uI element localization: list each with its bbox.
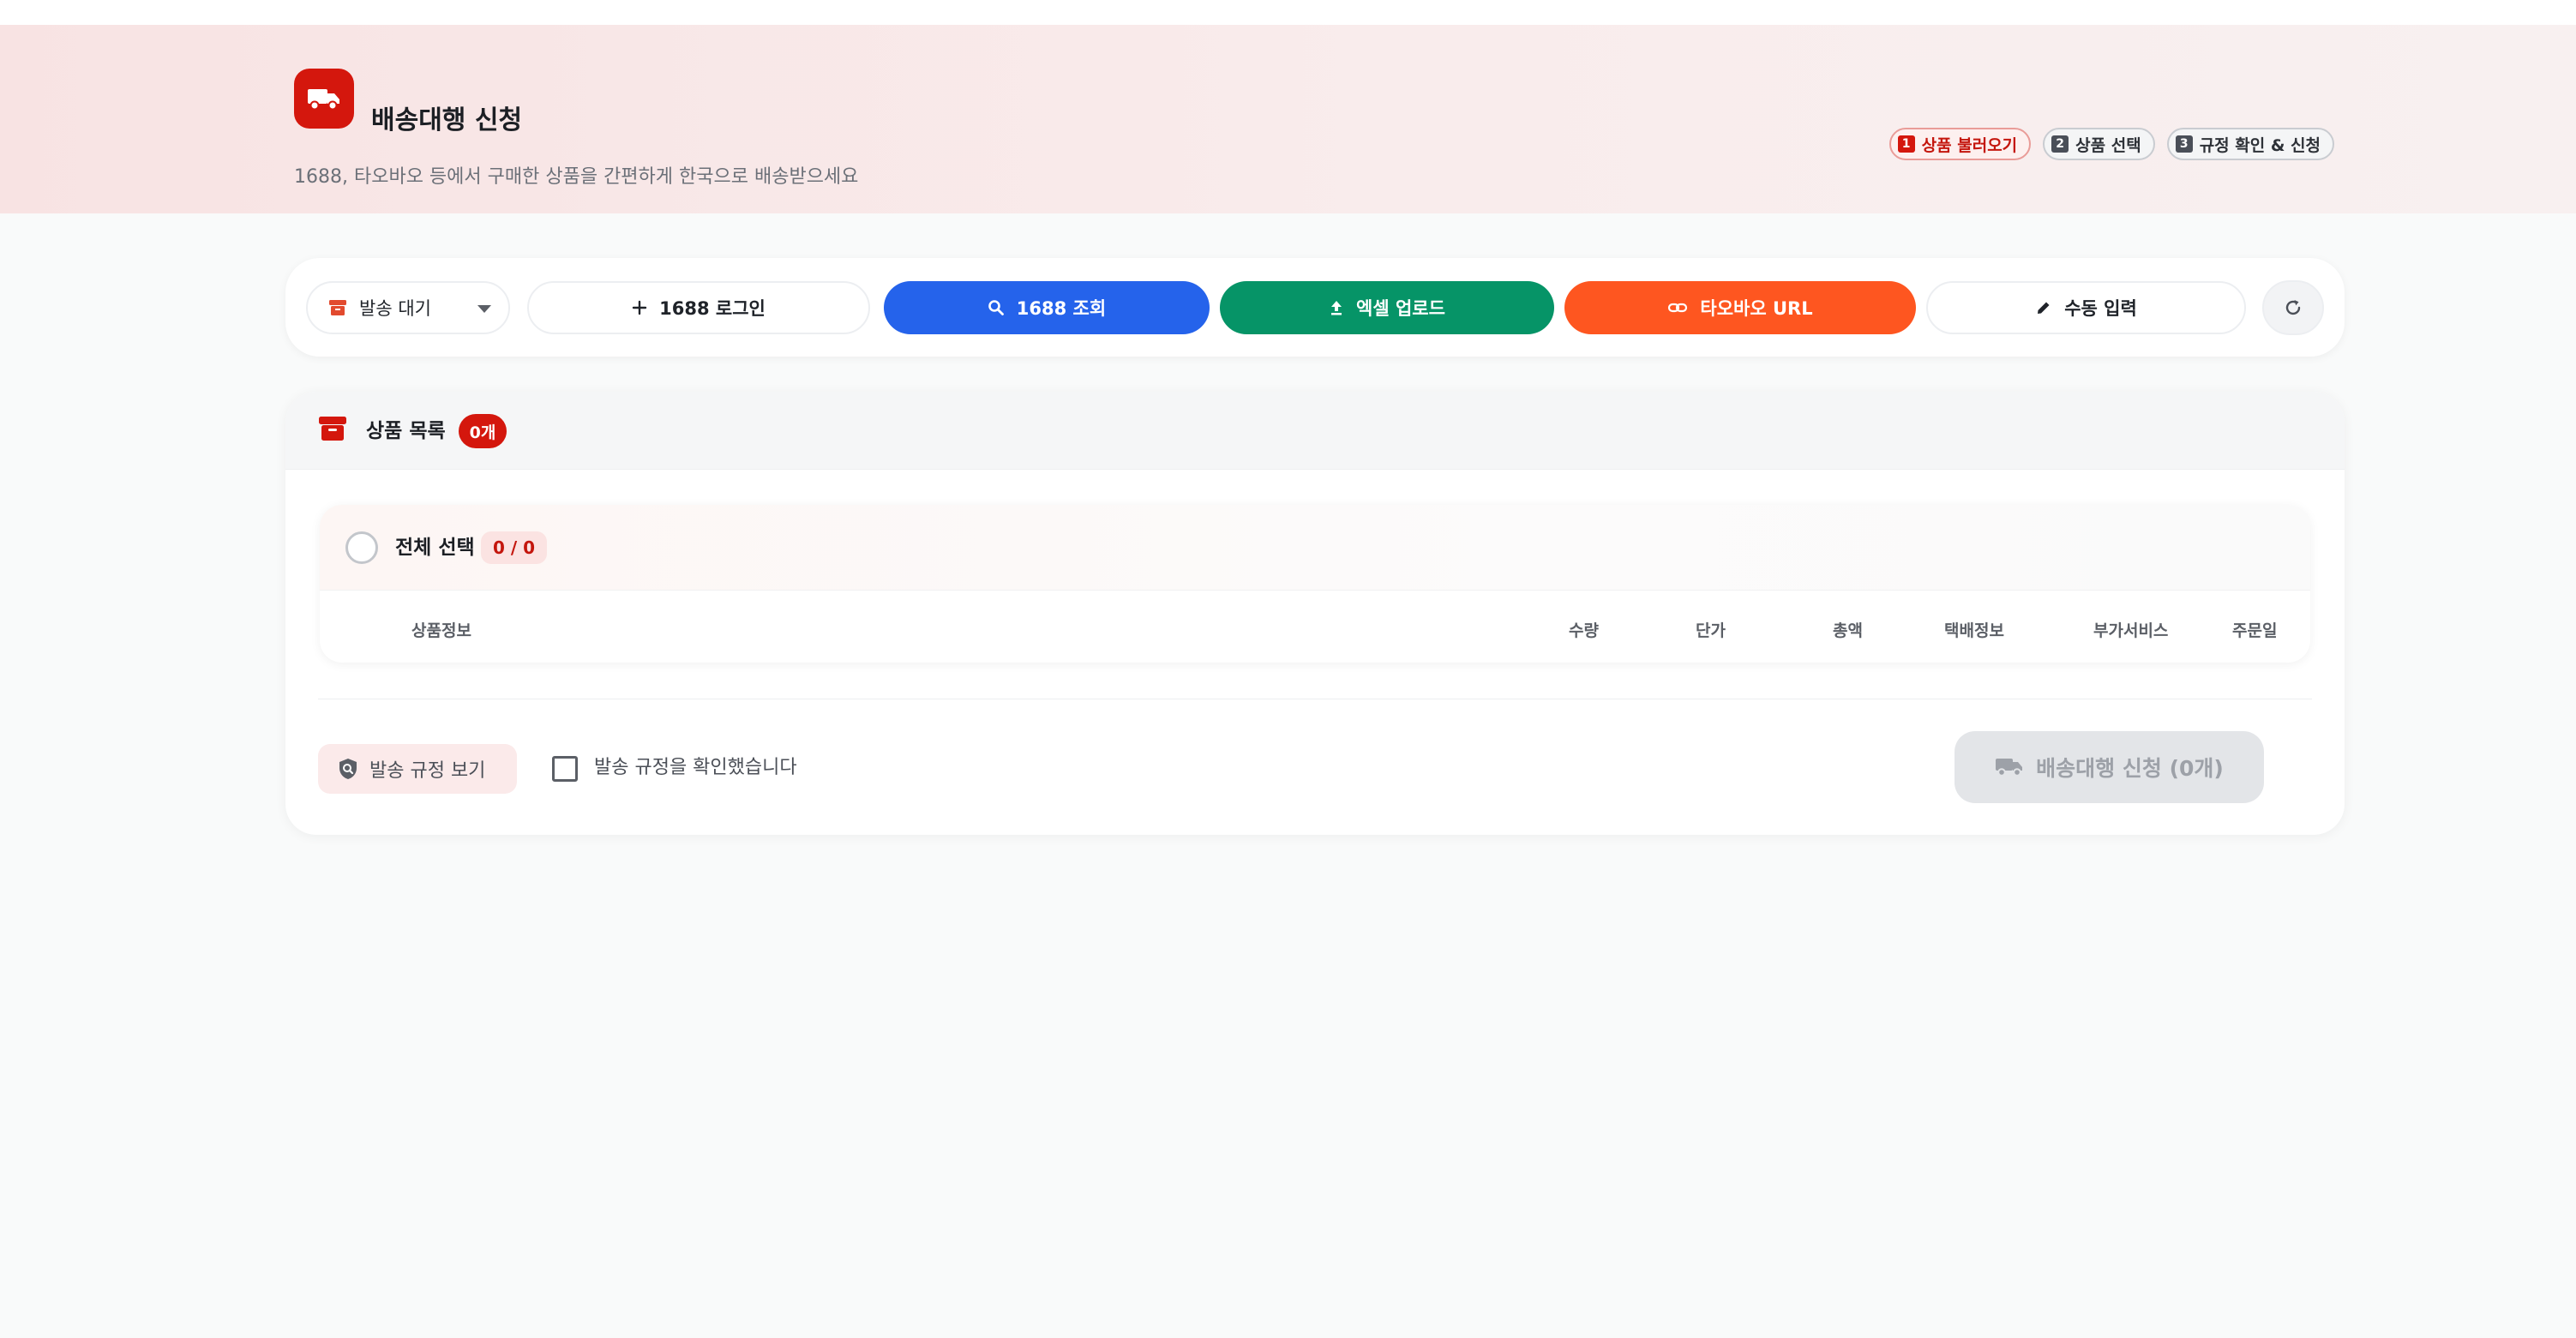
login-1688-label: 1688 로그인 [659, 298, 766, 319]
plus-icon [632, 300, 647, 315]
column-header-total: 총액 [1833, 621, 1863, 640]
column-header-quantity: 수량 [1569, 621, 1599, 640]
manual-input-button[interactable]: 수동 입력 [1926, 281, 2246, 334]
select-all-radio[interactable] [345, 531, 378, 564]
status-select[interactable]: 발송 대기 [306, 281, 510, 334]
step-number: 3 [2175, 135, 2193, 153]
refresh-button[interactable] [2262, 280, 2324, 335]
archive-box-icon [318, 414, 347, 447]
view-rules-button[interactable]: 발송 규정 보기 [318, 744, 517, 794]
step-label: 상품 선택 [2075, 135, 2141, 155]
status-select-value: 발송 대기 [359, 298, 431, 319]
excel-upload-label: 엑셀 업로드 [1356, 298, 1445, 319]
page-subtitle: 1688, 타오바오 등에서 구매한 상품을 간편하게 한국으로 배송받으세요 [294, 166, 859, 188]
search-1688-label: 1688 조회 [1016, 298, 1107, 319]
step-number: 2 [2051, 135, 2069, 153]
taobao-url-button[interactable]: 타오바오 URL [1564, 281, 1916, 334]
product-table: 전체 선택 0 / 0 상품정보 수량 단가 총액 택배정보 부가서비스 주문일 [320, 505, 2310, 663]
link-icon [1668, 303, 1688, 313]
shield-search-icon [339, 759, 357, 779]
pencil-icon [2038, 302, 2050, 314]
archive-box-icon [329, 300, 346, 315]
login-1688-button[interactable]: 1688 로그인 [527, 281, 870, 334]
top-strip [0, 0, 2576, 25]
step-indicator: 1 상품 불러오기 2 상품 선택 3 규정 확인 & 신청 [1888, 128, 2334, 160]
truck-icon [1996, 759, 2023, 777]
select-all-row: 전체 선택 0 / 0 [320, 505, 2310, 591]
search-icon [988, 300, 1004, 315]
action-toolbar: 발송 대기 1688 로그인 1688 조회 엑셀 업로드 타오바오 URL 수… [285, 258, 2345, 357]
column-header-order-date: 주문일 [2232, 621, 2278, 640]
view-rules-label: 발송 규정 보기 [369, 760, 486, 782]
product-list-title: 상품 목록 [366, 420, 446, 442]
column-header-shipping-info: 택배정보 [1944, 621, 2004, 640]
product-list-header: 상품 목록 0개 [285, 392, 2345, 470]
step-1: 1 상품 불러오기 [1888, 128, 2032, 160]
truck-logo-icon [294, 69, 354, 129]
submit-shipping-request-label: 배송대행 신청 (0개) [2036, 756, 2224, 781]
select-all-label: 전체 선택 [395, 537, 475, 559]
excel-upload-button[interactable]: 엑셀 업로드 [1220, 281, 1554, 334]
page-header: 배송대행 신청 1688, 타오바오 등에서 구매한 상품을 간편하게 한국으로… [0, 25, 2576, 213]
column-header-product-info: 상품정보 [411, 621, 471, 640]
chevron-down-icon [477, 305, 491, 313]
product-list-panel: 상품 목록 0개 전체 선택 0 / 0 상품정보 수량 단가 총액 택배정보 … [285, 392, 2345, 835]
step-3: 3 규정 확인 & 신청 [2166, 128, 2334, 160]
upload-icon [1331, 301, 1342, 315]
product-count-badge: 0개 [459, 414, 507, 448]
page-title: 배송대행 신청 [371, 105, 523, 135]
search-1688-button[interactable]: 1688 조회 [884, 281, 1210, 334]
selected-count-badge: 0 / 0 [481, 531, 548, 564]
taobao-url-label: 타오바오 URL [1700, 298, 1813, 319]
confirm-rules-checkbox[interactable] [552, 756, 578, 782]
submit-shipping-request-button[interactable]: 배송대행 신청 (0개) [1955, 731, 2264, 803]
column-header-extra-services: 부가서비스 [2093, 621, 2169, 640]
column-header-unit-price: 단가 [1696, 621, 1726, 640]
step-number: 1 [1897, 135, 1915, 153]
confirm-rules-label[interactable]: 발송 규정을 확인했습니다 [594, 754, 797, 782]
step-label: 상품 불러오기 [1921, 135, 2018, 155]
step-label: 규정 확인 & 신청 [2199, 135, 2321, 155]
manual-input-label: 수동 입력 [2064, 298, 2137, 319]
refresh-icon [2285, 300, 2301, 315]
step-2: 2 상품 선택 [2043, 128, 2155, 160]
